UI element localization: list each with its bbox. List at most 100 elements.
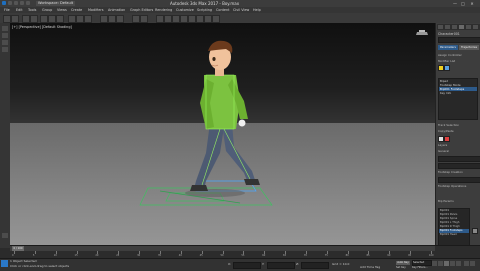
rendered-frame-icon[interactable]	[204, 15, 212, 23]
timeline: 0 / 100 0 5 10 15 20 25 30 35 40 45 50 55 60 65 70 75 80…	[10, 245, 480, 259]
select-by-name-icon[interactable]	[48, 15, 56, 23]
coord-y-label: Y:	[262, 262, 265, 266]
go-to-end-icon[interactable]	[456, 261, 461, 266]
rollout-footstep-operations[interactable]: Footstep Operations	[438, 184, 466, 188]
rollout-track-selection[interactable]: Track Selection	[438, 123, 459, 127]
status-prompt: Click or click-and-drag to select object…	[10, 264, 70, 268]
timeline-tick-label: 55	[241, 254, 245, 257]
coord-y-field[interactable]	[267, 262, 295, 269]
perspective-viewport[interactable]: [+] [Perspective] [Default Shading]	[10, 23, 435, 245]
rollout-layers[interactable]: Layers	[438, 143, 447, 147]
undo-tool-icon[interactable]	[3, 15, 11, 23]
angle-snap-icon[interactable]	[108, 15, 116, 23]
timeline-tick-label: 80	[345, 254, 349, 257]
timeline-tick	[34, 251, 36, 254]
curve-editor-icon[interactable]	[164, 15, 172, 23]
record-icon[interactable]	[444, 136, 450, 142]
rollout-general[interactable]: General	[438, 149, 449, 153]
go-to-start-icon[interactable]	[432, 261, 437, 266]
collapse-icon[interactable]	[2, 233, 8, 238]
timeline-tick-label: 25	[116, 254, 120, 257]
save-file-icon[interactable]	[20, 1, 24, 5]
scroll-up-icon[interactable]	[472, 228, 478, 234]
close-button[interactable]: ✕	[469, 1, 475, 6]
scene-explorer-icon[interactable]	[2, 26, 8, 31]
modifier-stack: Biped Footstep Mode Bip001 Footsteps Key…	[438, 78, 478, 120]
set-key-label[interactable]: Set Key	[396, 266, 406, 269]
scale-icon[interactable]	[84, 15, 92, 23]
redo-tool-icon[interactable]	[11, 15, 19, 23]
add-time-tag[interactable]: Add Time Tag	[360, 265, 380, 269]
mirror-icon[interactable]	[132, 15, 140, 23]
assign-controller-rollout[interactable]: Assign Controller	[438, 53, 462, 57]
snap-toggle-icon[interactable]	[100, 15, 108, 23]
tab-utilities[interactable]	[473, 25, 478, 29]
align-icon[interactable]	[140, 15, 148, 23]
timeline-tick-label: 75	[324, 254, 328, 257]
list-item[interactable]: Key Info	[439, 91, 477, 95]
zoom-extents-icon[interactable]	[464, 261, 469, 266]
modifier-list-label[interactable]: Modifier List	[438, 59, 455, 63]
param-field-3[interactable]	[438, 177, 480, 183]
render-icon[interactable]	[196, 15, 204, 23]
rollout-footstep-creation[interactable]: Footstep Creation	[438, 170, 463, 174]
tab-modify[interactable]	[445, 25, 450, 29]
schematic-view-icon[interactable]	[172, 15, 180, 23]
filter-icon[interactable]	[2, 33, 8, 38]
timeline-tick-label: 15	[74, 254, 78, 257]
timeline-tick-label: 60	[262, 254, 266, 257]
auto-key-button[interactable]: Auto Key	[396, 261, 410, 265]
trajectories-button[interactable]: Trajectories	[459, 45, 479, 50]
parameters-button[interactable]: Parameters	[438, 45, 458, 50]
rotate-icon[interactable]	[76, 15, 84, 23]
command-panel-tabs	[437, 24, 480, 30]
timeline-tick-label: 10	[53, 254, 57, 257]
undo-icon[interactable]	[26, 1, 30, 5]
workspace-selector[interactable]: Workspace: Default	[36, 1, 76, 6]
new-file-icon[interactable]	[8, 1, 12, 5]
selection-region-icon[interactable]	[56, 15, 64, 23]
timeline-tick-label: 85	[366, 254, 370, 257]
tab-hierarchy[interactable]	[452, 25, 457, 29]
unlink-icon[interactable]	[30, 15, 38, 23]
timeline-tick-label: 100	[429, 254, 434, 257]
param-field-2[interactable]	[438, 163, 480, 169]
layers-icon[interactable]	[2, 47, 8, 52]
status-bar: 1 Object Selected Click or click-and-dra…	[0, 258, 480, 271]
timeline-tick-label: 30	[137, 254, 141, 257]
render-setup-icon[interactable]	[188, 15, 196, 23]
render-production-icon[interactable]	[212, 15, 220, 23]
coord-z-field[interactable]	[301, 262, 329, 269]
maximize-button[interactable]: □	[460, 1, 466, 6]
maxscript-listener-icon[interactable]	[1, 260, 8, 267]
app-logo-icon[interactable]	[2, 1, 6, 5]
hierarchy-icon[interactable]	[2, 40, 8, 45]
open-file-icon[interactable]	[14, 1, 18, 5]
material-editor-icon[interactable]	[180, 15, 188, 23]
layer-explorer-icon[interactable]	[156, 15, 164, 23]
command-panel: Character001 Parameters Trajectories Ass…	[435, 23, 480, 265]
move-icon[interactable]	[68, 15, 76, 23]
coord-x-field[interactable]	[233, 262, 261, 269]
select-object-icon[interactable]	[40, 15, 48, 23]
param-field-1[interactable]	[438, 156, 480, 162]
object-name-field[interactable]	[438, 37, 480, 43]
key-filters-button[interactable]: Key Filters...	[412, 266, 428, 269]
rollout-copy-paste[interactable]: Copy/Paste	[438, 129, 454, 133]
minimize-button[interactable]: —	[452, 1, 458, 6]
percent-snap-icon[interactable]	[116, 15, 124, 23]
window-title: Autodesk 3ds Max 2017 - Boy.max	[170, 1, 240, 6]
timeline-tick-label: 90	[387, 254, 391, 257]
tab-motion[interactable]	[459, 25, 464, 29]
tab-display[interactable]	[466, 25, 471, 29]
list-item[interactable]: Bip001 Head	[439, 233, 469, 237]
pan-view-icon[interactable]	[470, 261, 475, 266]
tab-create[interactable]	[438, 25, 443, 29]
next-frame-icon[interactable]	[450, 261, 455, 266]
timeline-tick-label: 20	[95, 254, 99, 257]
play-icon[interactable]	[444, 261, 449, 266]
prev-frame-icon[interactable]	[438, 261, 443, 266]
link-icon[interactable]	[22, 15, 30, 23]
bip-params-header: Bip Params	[438, 199, 454, 203]
color-swatch-blue[interactable]	[444, 65, 450, 71]
